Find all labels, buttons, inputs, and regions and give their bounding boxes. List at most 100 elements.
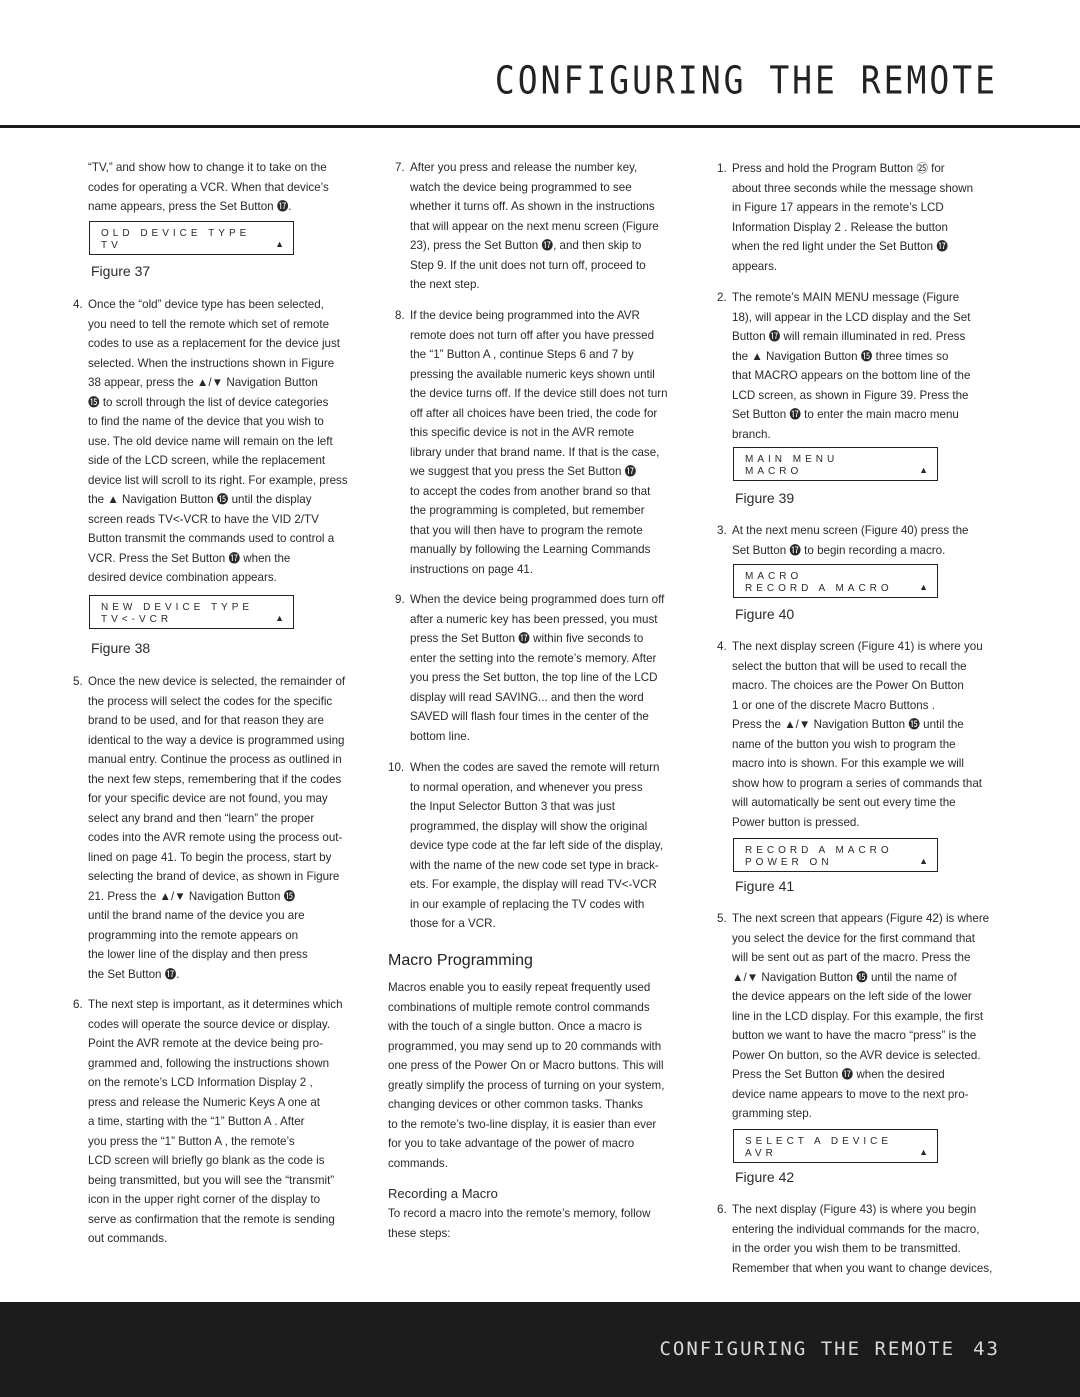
text-line: select the button that will be used to r… bbox=[732, 659, 967, 673]
text-line: the process will select the codes for th… bbox=[88, 694, 333, 708]
text-line: the Input Selector Button 3 that was jus… bbox=[410, 800, 615, 813]
text-line: the Set Button ⓱. bbox=[88, 967, 180, 981]
text-line: entering the individual commands for the… bbox=[732, 1222, 980, 1236]
text-line: remote does not turn off after you have … bbox=[410, 328, 655, 342]
lcd-line-1: MACRO bbox=[745, 571, 803, 582]
lcd-line-2: POWER ON bbox=[745, 857, 833, 868]
list-item-9: 9. When the device being programmed does … bbox=[395, 590, 664, 746]
text-line: Point the AVR remote at the device being… bbox=[88, 1037, 324, 1050]
item-number: 7. bbox=[395, 161, 405, 174]
list-item-7: 7. After you press and release the number… bbox=[395, 158, 659, 295]
text-line: desired device combination appears. bbox=[88, 571, 277, 584]
text-line: off after all choices have been tried, t… bbox=[410, 406, 658, 420]
item-number: 4. bbox=[73, 298, 83, 311]
text-line: VCR. Press the Set Button ⓱ when the bbox=[88, 551, 291, 565]
text-line: codes will operate the source device or … bbox=[88, 1017, 331, 1031]
list-item-6: 6. The next step is important, as it dete… bbox=[73, 995, 343, 1249]
footer-title: CONFIGURING THE REMOTE bbox=[659, 1338, 956, 1360]
text-line: Press the ▲/▼ Navigation Button ⓯ until … bbox=[732, 718, 964, 731]
figure-caption: Figure 37 bbox=[91, 263, 151, 279]
text-line: combinations of multiple remote control … bbox=[388, 1000, 650, 1014]
figure-caption: Figure 42 bbox=[735, 1169, 795, 1185]
header-rule bbox=[0, 125, 1080, 128]
text-line: in our example of replacing the TV codes… bbox=[410, 897, 645, 911]
text-line: branch. bbox=[732, 427, 771, 441]
text-line: display will read SAVING... and then the… bbox=[410, 690, 644, 704]
text-line: out commands. bbox=[88, 1232, 168, 1245]
item-number: 6. bbox=[73, 998, 83, 1011]
text-line: to accept the codes from another brand s… bbox=[410, 484, 651, 498]
text-line: on the remote’s LCD Information Display … bbox=[88, 1076, 313, 1089]
page-number: 43 bbox=[973, 1338, 1000, 1360]
text-line: The next display (Figure 43) is where yo… bbox=[732, 1203, 977, 1216]
item-number: 6. bbox=[717, 1203, 727, 1216]
triangle-up-icon: ▲ bbox=[919, 856, 928, 866]
text-line: Information Display 2 . Release the butt… bbox=[732, 220, 948, 234]
text-line: line in the LCD display. For this exampl… bbox=[732, 1009, 984, 1023]
triangle-up-icon: ▲ bbox=[275, 239, 284, 249]
text-line: gramming step. bbox=[732, 1107, 812, 1120]
text-line: Button transmit the commands used to con… bbox=[88, 532, 335, 545]
item-number: 4. bbox=[717, 640, 727, 653]
item-number: 10. bbox=[388, 761, 405, 774]
text-line: the device turns off. If the device stil… bbox=[410, 387, 668, 400]
list-item-10: 10. When the codes are saved the remote w… bbox=[388, 758, 663, 934]
text-line: the lower line of the display and then p… bbox=[88, 948, 308, 961]
text-line: being transmitted, but you will see the … bbox=[88, 1173, 335, 1187]
text-line: press the Set Button ⓱ within five secon… bbox=[410, 632, 644, 645]
text-line: 1 or one of the discrete Macro Buttons . bbox=[732, 698, 935, 712]
text-line: you select the device for the first comm… bbox=[732, 931, 975, 945]
item-number: 5. bbox=[717, 912, 727, 925]
lcd-line-2: TV bbox=[101, 240, 122, 251]
text-line: identical to the way a device is program… bbox=[88, 733, 345, 747]
text-line: The next step is important, as it determ… bbox=[88, 998, 343, 1011]
text-line: a time, starting with the “1” Button A .… bbox=[88, 1115, 305, 1128]
lcd-line-1: SELECT A DEVICE bbox=[745, 1136, 893, 1147]
text-line: manual entry. Continue the process as ou… bbox=[88, 753, 342, 766]
item-number: 9. bbox=[395, 593, 405, 606]
paragraph: To record a macro into the remote’s memo… bbox=[388, 1204, 650, 1243]
paragraph: Macros enable you to easily repeat frequ… bbox=[388, 978, 664, 1173]
lcd-line-1: NEW DEVICE TYPE bbox=[101, 602, 254, 613]
lcd-figure-39: MAIN MENU MACRO ▲ bbox=[733, 447, 938, 481]
text-line: serve as confirmation that the remote is… bbox=[88, 1212, 335, 1226]
text-line: those for a VCR. bbox=[410, 917, 496, 930]
text-line: that MACRO appears on the bottom line of… bbox=[732, 369, 971, 382]
figure-caption: Figure 41 bbox=[735, 878, 795, 894]
text-line: will automatically be sent out every tim… bbox=[732, 796, 956, 809]
item-number: 5. bbox=[73, 675, 83, 688]
text-line: pressing the available numeric keys show… bbox=[410, 367, 655, 381]
text-line: name appears, press the Set Button ⓱. bbox=[88, 200, 292, 213]
text-line: The next screen that appears (Figure 42)… bbox=[732, 912, 990, 925]
text-line: use. The old device name will remain on … bbox=[88, 434, 333, 448]
list-item-5: 5. The next screen that appears (Figure 4… bbox=[717, 909, 990, 1124]
figure-caption: Figure 40 bbox=[735, 606, 795, 622]
text-line: that you will then have to program the r… bbox=[410, 523, 643, 537]
text-line: brand to be used, and for that reason th… bbox=[88, 714, 324, 727]
text-line: with the name of the new code set type i… bbox=[410, 858, 659, 872]
text-line: Press and hold the Program Button ㉕ for bbox=[732, 162, 945, 175]
text-line: appears. bbox=[732, 259, 778, 273]
text-line: you press the “1” Button A , the remote’… bbox=[88, 1134, 295, 1148]
text-line: lined on page 41. To begin the process, … bbox=[88, 850, 332, 864]
triangle-up-icon: ▲ bbox=[919, 1147, 928, 1157]
text-line: will be sent out as part of the macro. P… bbox=[732, 951, 971, 964]
text-line: device list will scroll to its right. Fo… bbox=[88, 473, 348, 487]
triangle-up-icon: ▲ bbox=[919, 465, 928, 475]
text-line: in Figure 17 appears in the remote’s LCD bbox=[732, 201, 944, 214]
text-line: this specific device is not in the AVR r… bbox=[410, 426, 635, 439]
text-line: Once the new device is selected, the rem… bbox=[88, 675, 346, 688]
text-line: to normal operation, and whenever you pr… bbox=[410, 780, 643, 794]
lcd-line-1: MAIN MENU bbox=[745, 454, 839, 465]
text-line: show how to program a series of commands… bbox=[732, 776, 983, 790]
text-line: manually by following the Learning Comma… bbox=[410, 543, 651, 556]
text-line: after a numeric key has been pressed, yo… bbox=[410, 612, 658, 626]
text-line: in the order you wish them to be transmi… bbox=[732, 1242, 961, 1255]
text-line: programmed, you may send up to 20 comman… bbox=[388, 1039, 662, 1053]
text-line: macro. The choices are the Power On Butt… bbox=[732, 679, 964, 692]
text-line: the ▲ Navigation Button ⓯ three times so bbox=[732, 349, 949, 363]
text-line: Press the Set Button ⓱ when the desired bbox=[732, 1068, 945, 1081]
text-line: bottom line. bbox=[410, 729, 470, 743]
text-line: press and release the Numeric Keys A one… bbox=[88, 1095, 321, 1109]
text-line: these steps: bbox=[388, 1226, 451, 1240]
